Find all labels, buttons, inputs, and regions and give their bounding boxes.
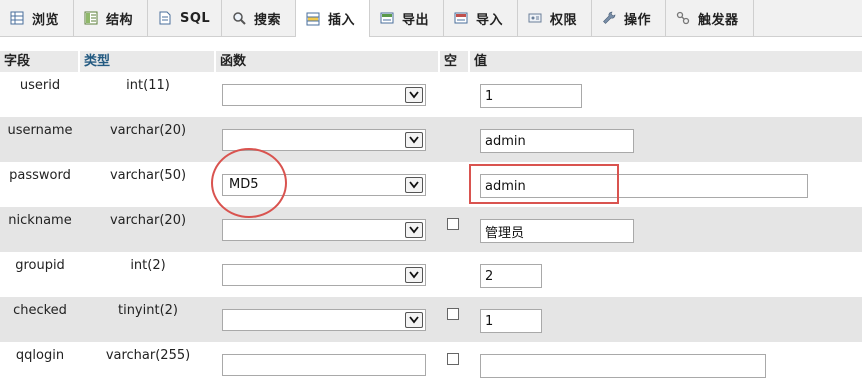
search-icon	[232, 11, 246, 25]
field-type: varchar(255)	[105, 348, 191, 363]
table-row: groupid int(2)	[0, 252, 862, 297]
tab-label: SQL	[180, 10, 211, 26]
column-header-value: 值	[468, 51, 862, 73]
table-header: 字段 类型 函数 空 值	[0, 50, 862, 73]
value-input[interactable]	[480, 174, 808, 198]
import-icon	[454, 11, 468, 25]
function-select-value: MD5	[229, 177, 259, 192]
structure-icon	[84, 11, 98, 25]
tab-search[interactable]: 搜索	[222, 0, 296, 36]
tab-import[interactable]: 导入	[444, 0, 518, 36]
table-browse-icon	[10, 11, 24, 25]
chevron-down-icon	[405, 312, 423, 328]
table-row: checked tinyint(2)	[0, 297, 862, 342]
tab-label: 插入	[328, 13, 356, 28]
null-checkbox[interactable]	[447, 353, 459, 365]
table-row: nickname varchar(20)	[0, 207, 862, 252]
chevron-down-icon	[405, 87, 423, 103]
field-type: int(2)	[130, 258, 166, 273]
value-input[interactable]	[480, 354, 766, 378]
column-header-null: 空	[438, 51, 468, 73]
column-header-function: 函数	[214, 51, 438, 73]
field-name: qqlogin	[15, 348, 65, 363]
value-input[interactable]	[480, 84, 582, 108]
tab-label: 导入	[476, 12, 504, 28]
field-type: int(11)	[126, 78, 170, 93]
triggers-icon	[676, 11, 690, 25]
null-checkbox[interactable]	[447, 308, 459, 320]
chevron-down-icon	[405, 267, 423, 283]
field-name: password	[9, 168, 71, 183]
tab-structure[interactable]: 结构	[74, 0, 148, 36]
tab-label: 触发器	[698, 12, 739, 28]
tab-sql[interactable]: SQL	[148, 0, 222, 36]
field-type: varchar(20)	[109, 123, 187, 138]
tab-label: 搜索	[254, 12, 282, 28]
tab-triggers[interactable]: 触发器	[666, 0, 754, 36]
tab-bar: 浏览 结构 SQL 搜索 插入 导出 导入 权限 操作 触发器	[0, 0, 862, 37]
value-input[interactable]	[480, 309, 542, 333]
export-icon	[380, 11, 394, 25]
field-name: checked	[13, 303, 67, 318]
value-input[interactable]	[480, 264, 542, 288]
field-type: varchar(20)	[109, 213, 187, 228]
privileges-icon	[528, 11, 542, 25]
value-input[interactable]	[480, 219, 634, 243]
chevron-down-icon	[405, 132, 423, 148]
tab-label: 权限	[550, 12, 578, 28]
tab-label: 导出	[402, 12, 430, 28]
tab-label: 结构	[106, 12, 134, 28]
field-type: varchar(50)	[109, 168, 187, 183]
function-select[interactable]	[222, 129, 426, 151]
column-header-type[interactable]: 类型	[78, 51, 214, 73]
table-row: qqlogin varchar(255)	[0, 342, 862, 387]
null-checkbox[interactable]	[447, 218, 459, 230]
sql-document-icon	[158, 11, 172, 25]
tab-browse[interactable]: 浏览	[0, 0, 74, 36]
tab-label: 操作	[624, 12, 652, 28]
field-name: groupid	[15, 258, 65, 273]
tab-label: 浏览	[32, 12, 60, 28]
insert-row-icon	[306, 12, 320, 26]
tab-insert[interactable]: 插入	[296, 0, 370, 37]
wrench-icon	[602, 11, 616, 25]
function-select[interactable]: MD5	[222, 174, 426, 196]
function-select[interactable]	[222, 354, 426, 376]
chevron-down-icon	[405, 177, 423, 193]
field-name: nickname	[8, 213, 72, 228]
field-type: tinyint(2)	[117, 303, 178, 318]
function-select[interactable]	[222, 309, 426, 331]
field-name: userid	[19, 78, 61, 93]
tab-export[interactable]: 导出	[370, 0, 444, 36]
function-select[interactable]	[222, 84, 426, 106]
table-row: username varchar(20)	[0, 117, 862, 162]
field-name: username	[7, 123, 73, 138]
function-select[interactable]	[222, 264, 426, 286]
chevron-down-icon	[405, 222, 423, 238]
table-row: password varchar(50) MD5	[0, 162, 862, 207]
value-input[interactable]	[480, 129, 634, 153]
function-select[interactable]	[222, 219, 426, 241]
tab-privileges[interactable]: 权限	[518, 0, 592, 36]
tab-operations[interactable]: 操作	[592, 0, 666, 36]
table-row: userid int(11)	[0, 72, 862, 117]
column-header-field: 字段	[4, 54, 31, 69]
